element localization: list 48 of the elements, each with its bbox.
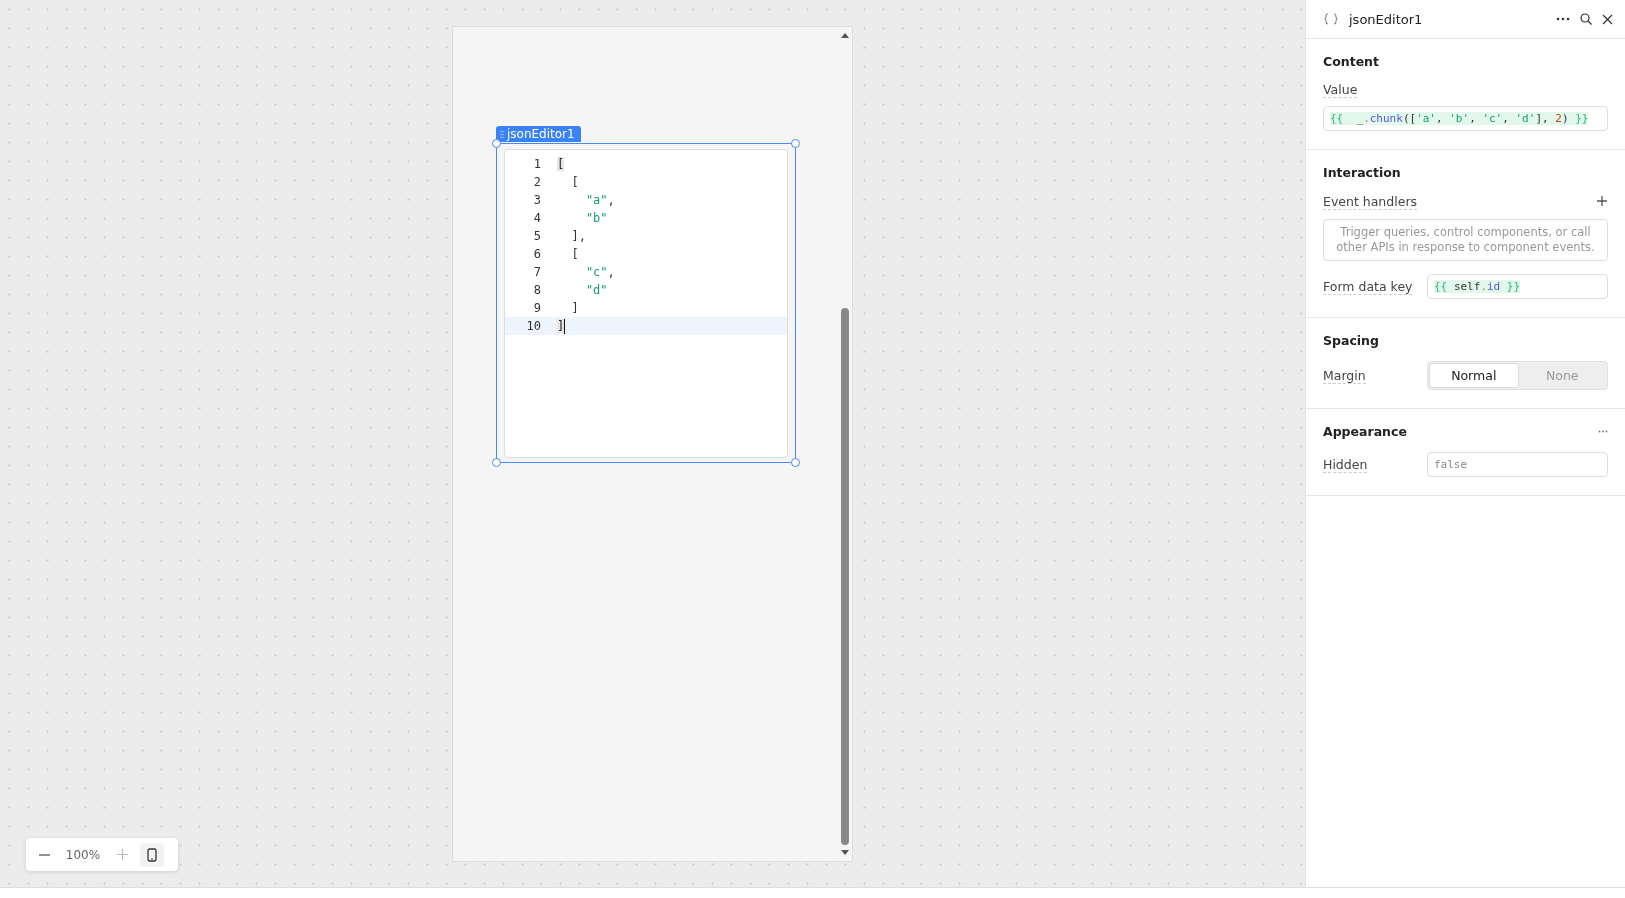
section-title: Appearance: [1323, 424, 1407, 439]
segment-option[interactable]: Normal: [1429, 363, 1519, 388]
line-number: 5: [532, 229, 542, 243]
search-icon[interactable]: [1580, 13, 1592, 25]
field-label: Event handlers: [1323, 193, 1418, 210]
close-icon[interactable]: [1602, 13, 1613, 25]
scroll-down-icon[interactable]: [840, 849, 850, 857]
section-title: Spacing: [1323, 333, 1379, 348]
resize-handle[interactable]: [492, 139, 501, 148]
code-line: "c",: [584, 265, 615, 279]
code-line: [: [570, 247, 579, 261]
braces-icon: [1323, 13, 1339, 25]
resize-handle[interactable]: [791, 458, 800, 467]
line-number: 2: [532, 175, 542, 189]
scrollbar-thumb[interactable]: [841, 308, 849, 845]
resize-handle[interactable]: [791, 139, 800, 148]
field-label: Form data key: [1323, 279, 1413, 295]
section-title: Interaction: [1323, 165, 1401, 180]
field-label: Hidden: [1323, 457, 1368, 473]
line-number: 4: [532, 211, 542, 225]
grip-icon[interactable]: [500, 129, 504, 139]
value-field[interactable]: {{ _.chunk(['a', 'b', 'c', 'd'], 2) }}: [1323, 106, 1608, 131]
zoom-out-icon[interactable]: [36, 853, 52, 856]
code-line: ],: [570, 229, 586, 243]
form-data-key-field[interactable]: {{ self.id }}: [1427, 274, 1608, 299]
line-number: 1: [532, 157, 542, 171]
section-title: Content: [1323, 54, 1379, 69]
line-number: 9: [532, 301, 542, 315]
inspector-title: jsonEditor1: [1349, 11, 1424, 27]
field-label: Value: [1323, 82, 1358, 98]
field-label: Margin: [1323, 368, 1366, 384]
zoom-level: 100%: [64, 847, 102, 862]
code-line: "b": [584, 211, 608, 225]
mobile-device-icon[interactable]: [140, 842, 164, 867]
line-number: 6: [532, 247, 542, 261]
line-number: 10: [525, 319, 542, 333]
line-number: 7: [532, 265, 542, 279]
line-number: 3: [532, 193, 542, 207]
code-line: "a",: [584, 193, 615, 207]
component-tag[interactable]: jsonEditor1: [496, 126, 581, 142]
line-number: 8: [532, 283, 542, 297]
hidden-field[interactable]: false: [1427, 452, 1608, 477]
code-line: [: [570, 175, 579, 189]
more-icon[interactable]: [1556, 17, 1570, 21]
code-line: ]: [570, 301, 579, 315]
scroll-up-icon[interactable]: [840, 31, 850, 39]
code-line: "d": [584, 283, 608, 297]
resize-handle[interactable]: [492, 458, 501, 467]
